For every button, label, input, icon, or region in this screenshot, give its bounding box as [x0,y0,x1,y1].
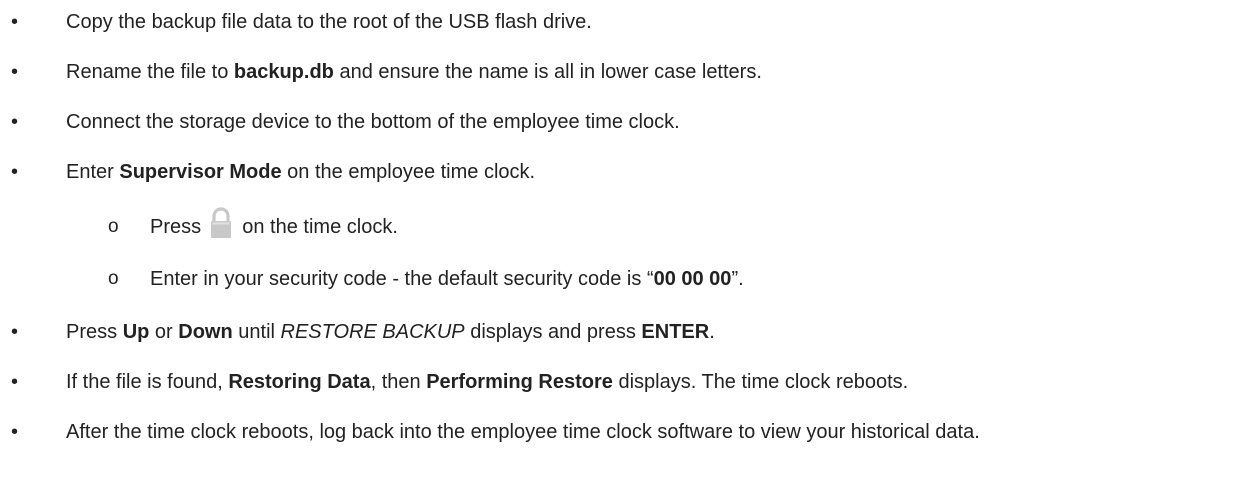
text-run: Press [150,216,207,238]
text-run: Press [66,321,123,343]
list-item-text: After the time clock reboots, log back i… [66,415,980,449]
bullet: • [11,371,19,393]
list-item-connect-device: • Connect the storage device to the bott… [0,105,1257,139]
down-bold: Down [178,321,233,343]
list-item-enter-supervisor: • Enter Supervisor Mode on the employee … [0,155,1257,189]
bullet: • [11,61,19,83]
text-run: ”. [731,268,744,290]
bullet: • [11,161,19,183]
list-item-text: Press on the time clock. [150,207,398,244]
list-item-text: Rename the file to backup.db and ensure … [66,55,762,89]
supervisor-mode-bold: Supervisor Mode [119,161,282,183]
list-item-rename-file: • Rename the file to backup.db and ensur… [0,55,1257,89]
restoring-data-bold: Restoring Data [228,371,371,393]
sub-bullet: o [108,216,119,237]
bullet: • [11,111,19,133]
list-item-text: Enter Supervisor Mode on the employee ti… [66,155,535,189]
text-run: displays. The time clock reboots. [612,371,909,393]
text-run: If the file is found, [66,371,229,393]
list-item-after-reboot: • After the time clock reboots, log back… [0,415,1257,449]
list-item-text: Press Up or Down until RESTORE BACKUP di… [66,315,715,349]
list-item-text: Enter in your security code - the defaul… [150,262,744,296]
sub-item-enter-code: o Enter in your security code - the defa… [0,262,1257,296]
list-item-text: Connect the storage device to the bottom… [66,105,680,139]
list-item-file-found: • If the file is found, Restoring Data, … [0,365,1257,399]
list-item-text: If the file is found, Restoring Data, th… [66,365,908,399]
security-code-bold: 00 00 00 [653,268,732,290]
text-run: , then [370,371,427,393]
text-run: or [149,321,179,343]
list-item-restore-backup: • Press Up or Down until RESTORE BACKUP … [0,315,1257,349]
text-run: and ensure the name is all in lower case… [333,61,762,83]
text-run: Connect the storage device to the bottom… [66,111,680,133]
text-run: Enter [66,161,120,183]
text-run: displays and press [464,321,642,343]
bullet: • [11,421,19,443]
performing-restore-bold: Performing Restore [426,371,613,393]
text-run: until [232,321,281,343]
up-bold: Up [122,321,150,343]
text-run: Rename the file to [66,61,234,83]
restore-backup-italic: RESTORE BACKUP [280,321,465,343]
text-run: After the time clock reboots, log back i… [66,421,980,443]
list-item-text: Copy the backup file data to the root of… [66,5,592,39]
bullet: • [11,321,19,343]
lock-icon [209,207,235,244]
list-item-copy-backup: • Copy the backup file data to the root … [0,5,1257,39]
sub-item-press-lock: o Press on the time clock. [0,207,1257,244]
enter-bold: ENTER [641,321,710,343]
filename-bold: backup.db [233,61,334,83]
text-run: Enter in your security code - the defaul… [150,268,654,290]
sub-bullet: o [108,268,119,289]
text-run: . [709,321,715,343]
text-run: on the employee time clock. [281,161,536,183]
bullet: • [11,11,19,33]
text-run: Copy the backup file data to the root of… [66,11,592,33]
text-run: on the time clock. [236,216,398,238]
